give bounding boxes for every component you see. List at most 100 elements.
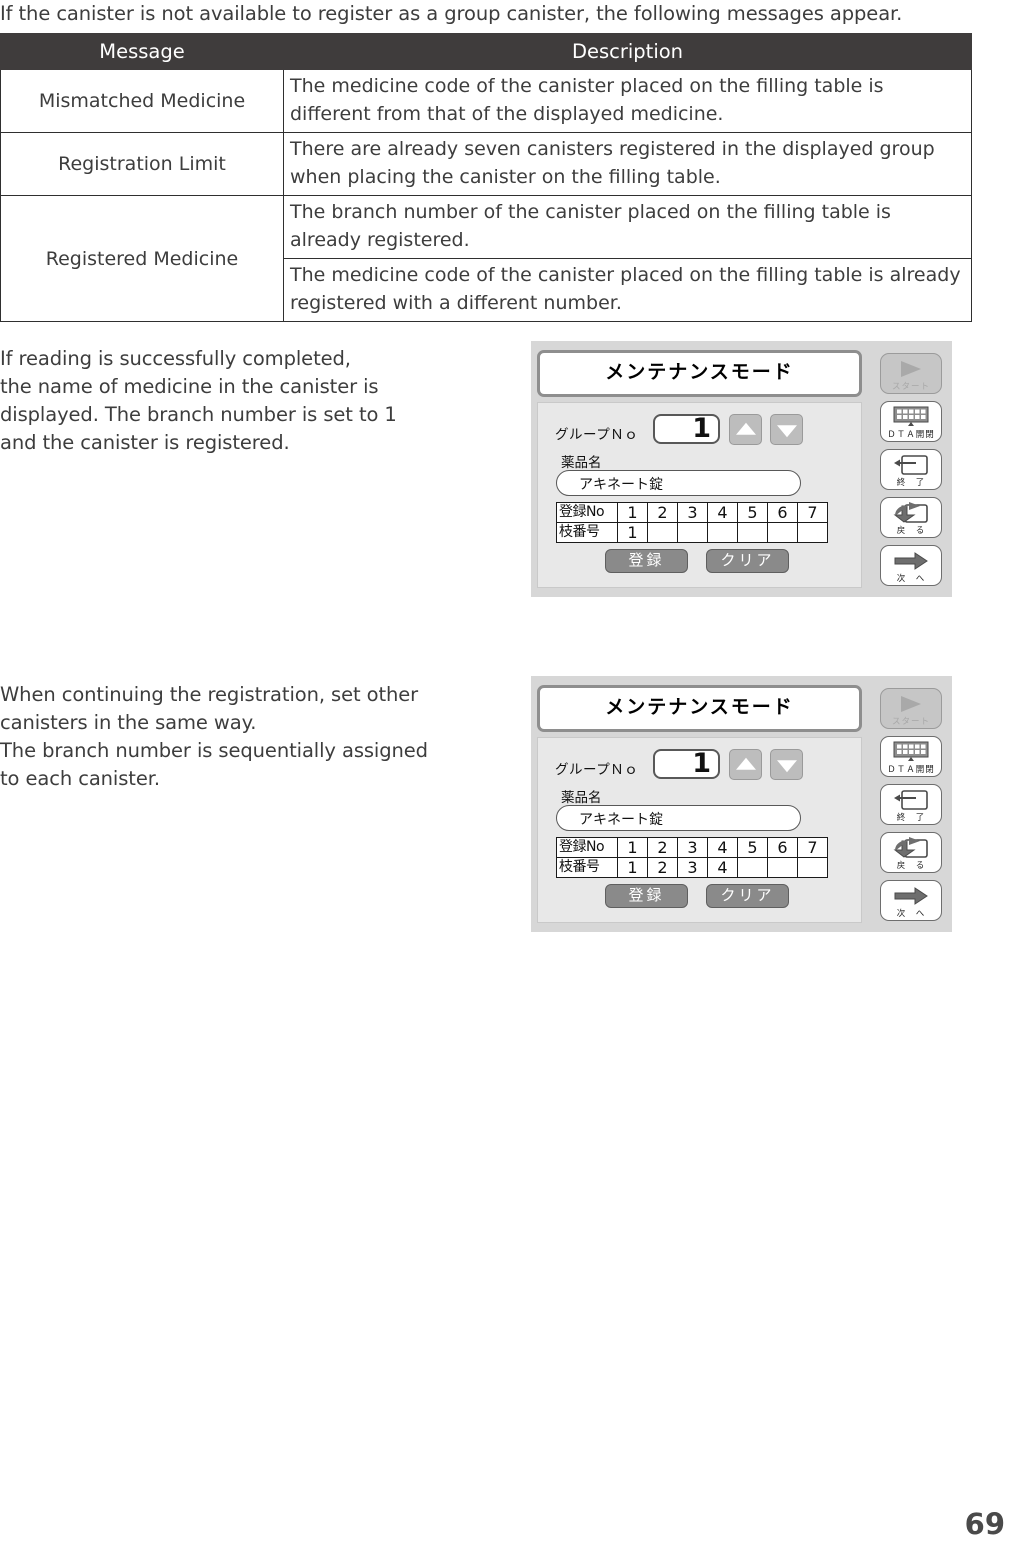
triangle-down-icon bbox=[776, 759, 797, 772]
next-button[interactable]: 次 へ bbox=[880, 880, 942, 921]
dta-open-close-button[interactable]: ＤＴＡ開閉 bbox=[880, 736, 942, 777]
column-header-message: Message bbox=[0, 33, 284, 70]
register-button[interactable]: 登録 bbox=[605, 884, 688, 908]
registration-number-label: 登録No bbox=[556, 837, 618, 858]
registration-number-row: 登録No 1 2 3 4 5 6 7 bbox=[556, 837, 828, 858]
group-no-label: グループＮｏ bbox=[555, 762, 639, 778]
cell-description-mismatched-medicine: The medicine code of the canister placed… bbox=[283, 69, 972, 133]
table-row: Registered Medicine The branch number of… bbox=[0, 195, 972, 322]
back-button[interactable]: 戻 る bbox=[880, 832, 942, 873]
registration-number-label: 登録No bbox=[556, 502, 618, 523]
start-button[interactable]: スタート bbox=[880, 353, 942, 394]
registration-number-cell: 6 bbox=[767, 837, 798, 858]
side-button-column: スタート ＤＴＡ開閉 終 了 戻 る 次 へ bbox=[870, 684, 950, 926]
back-button-label: 戻 る bbox=[896, 526, 926, 536]
cell-message-mismatched-medicine: Mismatched Medicine bbox=[0, 69, 284, 133]
next-arrow-icon bbox=[881, 548, 941, 574]
next-button[interactable]: 次 へ bbox=[880, 545, 942, 586]
group-no-increment-button[interactable] bbox=[729, 749, 762, 780]
screen-title-bar: メンテナンスモード bbox=[537, 685, 862, 732]
medicine-name-field[interactable]: アキネート錠 bbox=[556, 470, 801, 496]
branch-number-cell: 1 bbox=[617, 857, 648, 878]
medicine-name-label: 薬品名 bbox=[561, 455, 602, 471]
registration-number-cell: 7 bbox=[797, 837, 828, 858]
back-arrow-icon bbox=[881, 835, 941, 861]
back-button-label: 戻 る bbox=[896, 861, 926, 871]
branch-number-cell bbox=[677, 522, 708, 543]
branch-number-cell bbox=[737, 857, 768, 878]
registration-number-cell: 5 bbox=[737, 502, 768, 523]
branch-number-cell: 4 bbox=[707, 857, 738, 878]
start-button[interactable]: スタート bbox=[880, 688, 942, 729]
end-button[interactable]: 終 了 bbox=[880, 449, 942, 490]
cell-message-registration-limit: Registration Limit bbox=[0, 132, 284, 196]
dta-open-close-button[interactable]: ＤＴＡ開閉 bbox=[880, 401, 942, 442]
register-button[interactable]: 登録 bbox=[605, 549, 688, 573]
registration-number-cell: 6 bbox=[767, 502, 798, 523]
play-icon bbox=[881, 356, 941, 382]
branch-number-cell bbox=[767, 522, 798, 543]
clear-button[interactable]: クリア bbox=[706, 549, 789, 573]
dta-tray-icon bbox=[881, 739, 941, 765]
play-icon bbox=[881, 691, 941, 717]
paragraph-continuing-registration: When continuing the registration, set ot… bbox=[0, 683, 428, 790]
registration-number-cell: 1 bbox=[617, 502, 648, 523]
screen-title: メンテナンスモード bbox=[605, 361, 794, 383]
group-no-field[interactable]: 1 bbox=[653, 413, 720, 444]
triangle-up-icon bbox=[735, 422, 756, 435]
group-no-increment-button[interactable] bbox=[729, 414, 762, 445]
end-button[interactable]: 終 了 bbox=[880, 784, 942, 825]
group-no-field[interactable]: 1 bbox=[653, 748, 720, 779]
end-button-label: 終 了 bbox=[896, 813, 926, 823]
registration-number-cell: 1 bbox=[617, 837, 648, 858]
branch-number-cell bbox=[797, 857, 828, 878]
side-button-column: スタート ＤＴＡ開閉 終 了 戻 る 次 へ bbox=[870, 349, 950, 591]
registration-number-cell: 2 bbox=[647, 502, 678, 523]
registration-number-row: 登録No 1 2 3 4 5 6 7 bbox=[556, 502, 828, 523]
table-row: Registration Limit There are already sev… bbox=[0, 132, 972, 196]
screen-title-bar: メンテナンスモード bbox=[537, 350, 862, 397]
device-screenshot-first: メンテナンスモード グループＮｏ 1 薬品名 アキネート錠 登録No 1 2 3… bbox=[531, 341, 952, 597]
next-arrow-icon bbox=[881, 883, 941, 909]
back-arrow-icon bbox=[881, 500, 941, 526]
screen-title: メンテナンスモード bbox=[605, 696, 794, 718]
triangle-up-icon bbox=[735, 757, 756, 770]
dta-button-label: ＤＴＡ開閉 bbox=[887, 765, 935, 775]
exit-arrow-icon bbox=[881, 452, 941, 478]
screen-body-panel: グループＮｏ 1 薬品名 アキネート錠 登録No 1 2 3 4 5 6 7 枝… bbox=[537, 737, 862, 923]
start-button-label: スタート bbox=[891, 382, 930, 392]
branch-number-cell: 2 bbox=[647, 857, 678, 878]
registration-number-cell: 3 bbox=[677, 502, 708, 523]
branch-number-cell: 3 bbox=[677, 857, 708, 878]
registration-number-cell: 2 bbox=[647, 837, 678, 858]
registration-number-cell: 4 bbox=[707, 837, 738, 858]
touch-screen: メンテナンスモード グループＮｏ 1 薬品名 アキネート錠 登録No 1 2 3… bbox=[537, 346, 865, 591]
back-button[interactable]: 戻 る bbox=[880, 497, 942, 538]
registration-number-cell: 5 bbox=[737, 837, 768, 858]
table-header: Message Description bbox=[0, 33, 972, 70]
medicine-name-value: アキネート錠 bbox=[579, 477, 663, 493]
medicine-name-label: 薬品名 bbox=[561, 790, 602, 806]
group-no-decrement-button[interactable] bbox=[770, 749, 803, 780]
exit-arrow-icon bbox=[881, 787, 941, 813]
clear-button[interactable]: クリア bbox=[706, 884, 789, 908]
paragraph-reading-complete: If reading is successfully completed, th… bbox=[0, 347, 397, 454]
branch-number-row: 枝番号 1 bbox=[556, 522, 828, 543]
branch-number-cell bbox=[767, 857, 798, 878]
branch-number-cell bbox=[737, 522, 768, 543]
group-no-value: 1 bbox=[692, 413, 711, 444]
group-no-value: 1 bbox=[692, 748, 711, 779]
medicine-name-field[interactable]: アキネート錠 bbox=[556, 805, 801, 831]
group-no-label: グループＮｏ bbox=[555, 427, 639, 443]
branch-number-cell bbox=[647, 522, 678, 543]
group-no-decrement-button[interactable] bbox=[770, 414, 803, 445]
dta-button-label: ＤＴＡ開閉 bbox=[887, 430, 935, 440]
table-header-row: Message Description bbox=[0, 33, 972, 70]
page-number: 69 bbox=[964, 1507, 1005, 1541]
intro-paragraph: If the canister is not available to regi… bbox=[0, 2, 903, 25]
table-body: Mismatched Medicine The medicine code of… bbox=[0, 69, 972, 322]
screen-body-panel: グループＮｏ 1 薬品名 アキネート錠 登録No 1 2 3 4 5 6 7 枝… bbox=[537, 402, 862, 588]
column-header-description: Description bbox=[283, 33, 972, 70]
messages-table: Message Description Mismatched Medicine … bbox=[0, 33, 972, 322]
device-screenshot-second: メンテナンスモード グループＮｏ 1 薬品名 アキネート錠 登録No 1 2 3… bbox=[531, 676, 952, 932]
